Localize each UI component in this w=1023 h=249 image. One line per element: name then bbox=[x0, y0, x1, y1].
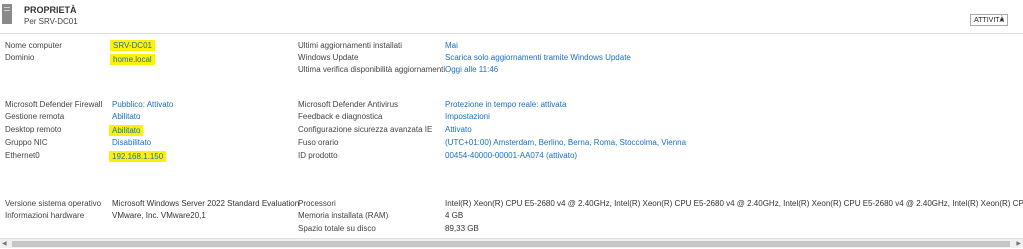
last-check-label: Ultima verifica disponibilità aggiorname… bbox=[298, 65, 446, 74]
properties-header: PROPRIETÀ Per SRV-DC01 ATTIVITÀ ▼ bbox=[0, 0, 1023, 34]
feedback-label: Feedback e diagnostica bbox=[298, 112, 383, 121]
defender-antivirus-value[interactable]: Protezione in tempo reale: attivata bbox=[445, 99, 566, 110]
firewall-label: Microsoft Defender Firewall bbox=[5, 100, 103, 109]
page-title: PROPRIETÀ bbox=[24, 5, 77, 15]
os-version-value: Microsoft Windows Server 2022 Standard E… bbox=[112, 199, 300, 208]
defender-antivirus-label: Microsoft Defender Antivirus bbox=[298, 100, 399, 109]
remote-management-label: Gestione remota bbox=[5, 112, 65, 121]
ie-security-value[interactable]: Attivato bbox=[445, 124, 472, 135]
domain-label: Dominio bbox=[5, 53, 35, 62]
os-version-label: Versione sistema operativo bbox=[5, 199, 102, 208]
nic-group-value[interactable]: Disabilitato bbox=[112, 137, 151, 148]
product-id-label: ID prodotto bbox=[298, 151, 338, 160]
processors-value: Intel(R) Xeon(R) CPU E5-2680 v4 @ 2.40GH… bbox=[445, 199, 1023, 208]
feedback-value[interactable]: Impostazioni bbox=[445, 111, 490, 122]
disk-space-label: Spazio totale su disco bbox=[298, 224, 376, 233]
header-divider bbox=[0, 33, 1023, 34]
disk-space-value: 89,33 GB bbox=[445, 224, 479, 233]
ie-security-label: Configurazione sicurezza avanzata IE bbox=[298, 125, 433, 134]
ethernet0-label: Ethernet0 bbox=[5, 151, 40, 160]
ram-label: Memoria installata (RAM) bbox=[298, 211, 389, 220]
domain-value[interactable]: home.local bbox=[110, 54, 155, 65]
time-zone-label: Fuso orario bbox=[298, 138, 339, 147]
processors-label: Processori bbox=[298, 199, 336, 208]
time-zone-value[interactable]: (UTC+01:00) Amsterdam, Berlino, Berna, R… bbox=[445, 137, 686, 148]
nic-group-label: Gruppo NIC bbox=[5, 138, 48, 147]
remote-desktop-label: Desktop remoto bbox=[5, 125, 62, 134]
windows-update-label: Windows Update bbox=[298, 53, 359, 62]
last-check-value[interactable]: Oggi alle 11:46 bbox=[445, 64, 498, 75]
firewall-value[interactable]: Pubblico: Attivato bbox=[112, 99, 173, 110]
scrollbar-thumb[interactable] bbox=[12, 241, 1010, 247]
computer-name-label: Nome computer bbox=[5, 41, 62, 50]
remote-desktop-value[interactable]: Abilitato bbox=[109, 125, 144, 136]
hardware-info-label: Informazioni hardware bbox=[5, 211, 85, 220]
hardware-info-value: VMware, Inc. VMware20,1 bbox=[112, 211, 206, 220]
chevron-down-icon: ▼ bbox=[999, 18, 1005, 24]
last-updates-value[interactable]: Mai bbox=[445, 40, 458, 51]
server-icon bbox=[2, 4, 12, 24]
horizontal-scrollbar[interactable]: ◀ ▶ bbox=[0, 238, 1023, 248]
computer-name-value[interactable]: SRV-DC01 bbox=[110, 40, 155, 51]
ethernet0-value[interactable]: 192.168.1.150 bbox=[109, 151, 167, 162]
page-subtitle: Per SRV-DC01 bbox=[24, 17, 78, 26]
last-updates-label: Ultimi aggiornamenti installati bbox=[298, 41, 403, 50]
product-id-value[interactable]: 00454-40000-00001-AA074 (attivato) bbox=[445, 150, 577, 161]
remote-management-value[interactable]: Abilitato bbox=[112, 111, 140, 122]
tasks-dropdown[interactable]: ATTIVITÀ ▼ bbox=[970, 14, 1008, 26]
ram-value: 4 GB bbox=[445, 211, 464, 220]
windows-update-value[interactable]: Scarica solo aggiornamenti tramite Windo… bbox=[445, 52, 631, 63]
